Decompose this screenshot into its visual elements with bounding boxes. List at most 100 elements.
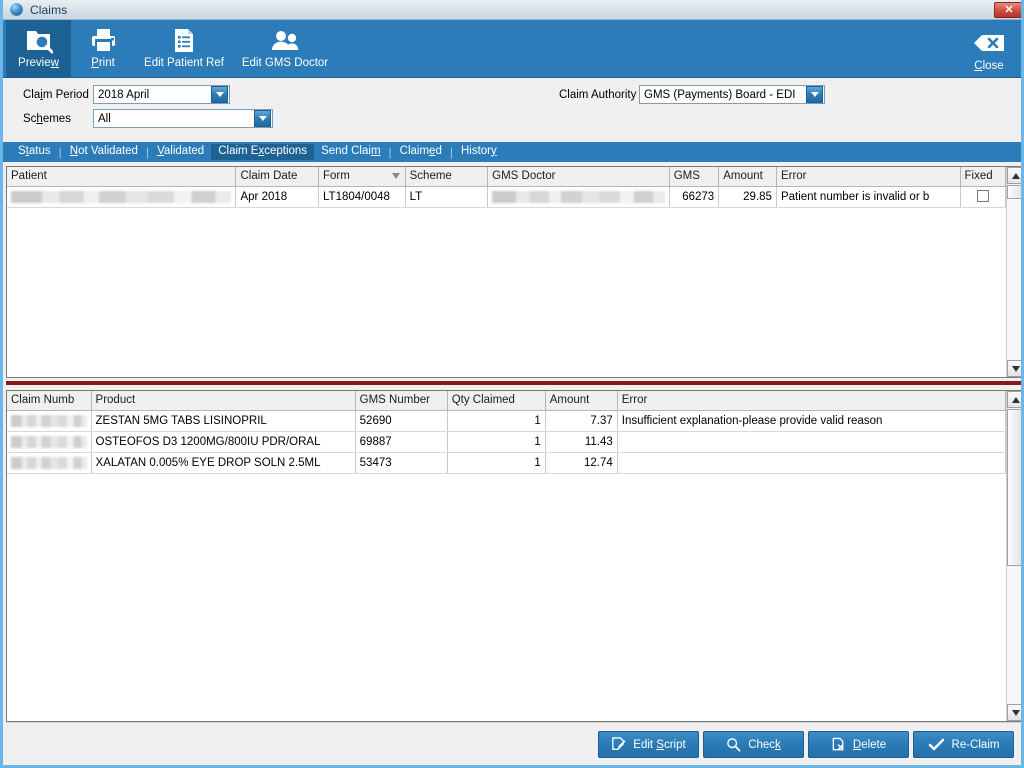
redacted-value [11,414,87,427]
toolbar-button-preview-label: Preview [18,57,59,69]
column-header-product[interactable]: Product [91,391,356,411]
toolbar-button-close[interactable]: Close [957,20,1021,78]
cell-qty-claimed: 1 [447,410,546,432]
scroll-up-button[interactable] [1007,167,1021,184]
chevron-down-icon[interactable] [806,86,823,103]
toolbar-button-edit-gms-doctor-label: Edit GMS Doctor [241,57,329,69]
claims-table: Patient Claim Date Form Scheme GMS Doctor GMS… [7,167,1006,208]
column-header-patient[interactable]: Patient [7,167,237,187]
tab-claimed[interactable]: Claimed [393,144,449,161]
checkmark-icon [928,738,944,751]
redacted-value [492,190,665,203]
cell-gms-number: 53473 [355,452,448,474]
preview-magnifier-icon [25,25,53,55]
magnifier-icon [727,738,741,752]
toolbar-button-edit-patient-ref-label: Edit Patient Ref [144,57,224,69]
claim-authority-label: Claim Authority [559,89,637,101]
close-back-arrow-icon [972,28,1006,58]
cell-product: ZESTAN 5MG TABS LISINOPRIL [91,410,356,432]
sort-indicator-icon [391,173,400,179]
fixed-checkbox[interactable] [976,190,989,202]
toolbar-button-print[interactable]: Print [73,20,133,78]
cell-claim-date: Apr 2018 [235,186,319,208]
cell-gms-doctor [487,186,670,208]
table-row[interactable]: ZESTAN 5MG TABS LISINOPRIL 52690 1 7.37 Insu… [7,410,1006,432]
column-header-gms[interactable]: GMS [669,167,720,187]
column-header-fixed[interactable]: Fixed [960,167,1006,187]
column-header-claim-date[interactable]: Claim Date [235,167,319,187]
tab-history[interactable]: History [454,144,504,161]
scroll-down-button[interactable] [1007,704,1021,721]
claims-grid[interactable]: Patient Claim Date Form Scheme GMS Doctor GMS… [6,166,1021,378]
table-row[interactable]: OSTEOFOS D3 1200MG/800IU PDR/ORAL 69887 1 1… [7,431,1006,453]
scrollbar-thumb[interactable] [1007,409,1021,566]
delete-label: Delete [852,738,887,751]
cell-gms-number: 52690 [355,410,448,432]
column-header-error[interactable]: Error [617,391,1006,411]
schemes-select[interactable]: All [93,109,273,128]
re-claim-label: Re-Claim [951,738,1000,751]
scroll-down-button[interactable] [1007,360,1021,377]
cell-qty-claimed: 1 [447,452,546,474]
printer-icon [89,25,117,55]
column-header-amount[interactable]: Amount [718,167,777,187]
toolbar-button-edit-gms-doctor[interactable]: Edit GMS Doctor [235,20,335,78]
cell-claim-numb [7,452,92,474]
cell-product: XALATAN 0.005% EYE DROP SOLN 2.5ML [91,452,356,474]
tab-validated[interactable]: Validated [150,144,211,161]
cell-error [617,452,1006,474]
scrollbar-thumb[interactable] [1007,185,1021,199]
column-header-amount[interactable]: Amount [545,391,618,411]
detail-grid-vertical-scrollbar[interactable] [1006,391,1021,721]
table-row[interactable]: Apr 2018 LT1804/0048 LT 66273 29.85 Patient n… [7,186,1006,208]
column-header-form[interactable]: Form [318,167,406,187]
redacted-value [11,456,87,469]
chevron-down-icon[interactable] [211,86,228,103]
detail-grid[interactable]: Claim Numb Product GMS Number Qty Claimed Am… [6,390,1021,722]
claims-window: Claims ✕ Preview Print Edit Patient Ref … [0,0,1024,768]
schemes-value: All [98,112,111,125]
claim-authority-select[interactable]: GMS (Payments) Board - EDI [639,85,825,104]
cell-amount: 29.85 [718,186,777,208]
column-header-error[interactable]: Error [776,167,961,187]
column-header-gms-doctor[interactable]: GMS Doctor [487,167,670,187]
tab-send-claim[interactable]: Send Claim [314,144,387,161]
toolbar-button-preview[interactable]: Preview [6,20,71,78]
edit-script-button[interactable]: Edit Script [598,731,699,758]
cell-fixed [960,186,1006,208]
column-header-gms-number[interactable]: GMS Number [355,391,448,411]
cell-gms: 66273 [669,186,720,208]
tab-claim-exceptions[interactable]: Claim Exceptions [211,143,315,161]
cell-error: Insufficient explanation-please provide … [617,410,1006,432]
column-header-qty-claimed[interactable]: Qty Claimed [447,391,546,411]
chevron-down-icon[interactable] [254,110,271,127]
check-button[interactable]: Check [703,731,804,758]
redacted-value [11,435,87,448]
column-header-claim-numb[interactable]: Claim Numb [7,391,92,411]
window-title: Claims [30,2,68,17]
tab-not-validated[interactable]: Not Validated [63,144,145,161]
check-label: Check [748,738,781,751]
document-lines-icon [172,25,196,55]
claim-period-value: 2018 April [98,88,150,101]
claim-period-label: Claim Period [23,89,89,101]
claims-table-header-row: Patient Claim Date Form Scheme GMS Doctor GMS… [7,167,1006,187]
footer-bar: Edit Script Check Delete Re-Claim [6,722,1021,765]
tab-status[interactable]: Status [11,144,58,161]
toolbar-button-edit-patient-ref[interactable]: Edit Patient Ref [135,20,233,78]
claim-authority-value: GMS (Payments) Board - EDI [644,88,796,101]
main-toolbar: Preview Print Edit Patient Ref Edit GMS … [3,20,1021,78]
tab-strip: Status | Not Validated | Validated Claim… [3,142,1021,162]
title-bar: Claims ✕ [3,0,1021,20]
schemes-label: Schemes [23,113,71,125]
scroll-up-button[interactable] [1007,391,1021,408]
claim-period-select[interactable]: 2018 April [93,85,230,104]
table-row[interactable]: XALATAN 0.005% EYE DROP SOLN 2.5ML 53473 1… [7,452,1006,474]
column-header-scheme[interactable]: Scheme [405,167,489,187]
delete-button[interactable]: Delete [808,731,909,758]
window-close-button[interactable]: ✕ [994,2,1021,18]
filter-bar: Claim Period 2018 April Schemes All Clai… [3,78,1021,140]
cell-scheme: LT [405,186,489,208]
re-claim-button[interactable]: Re-Claim [913,731,1014,758]
claims-grid-vertical-scrollbar[interactable] [1006,167,1021,377]
